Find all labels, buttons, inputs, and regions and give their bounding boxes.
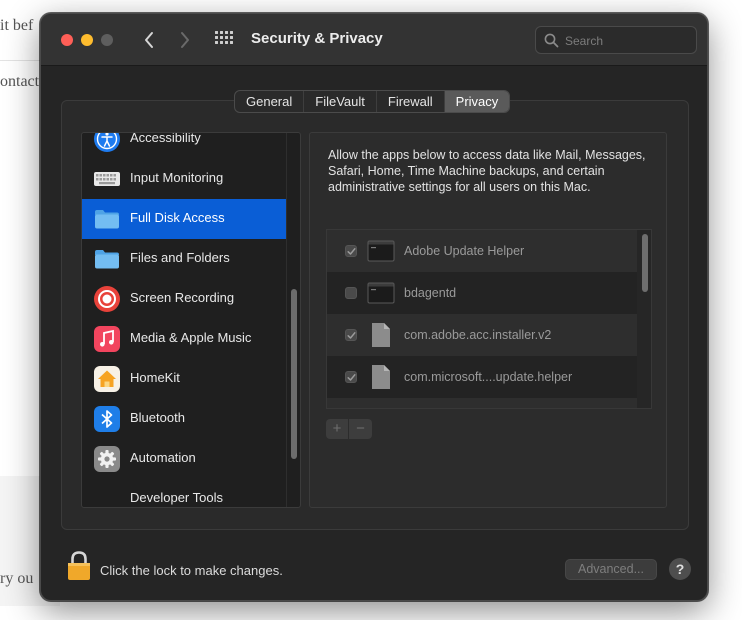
background-text: it bef — [0, 17, 34, 34]
search-input[interactable] — [565, 31, 690, 50]
sidebar-item-label: Automation — [130, 450, 196, 465]
app-checkbox[interactable] — [345, 287, 357, 299]
folder-icon — [95, 210, 119, 229]
security-privacy-window: Security & Privacy General FileVault Fir… — [40, 13, 708, 601]
toolbar: Security & Privacy — [41, 14, 707, 66]
grid-icon — [215, 31, 233, 44]
full-disk-access-pane: Allow the apps below to access data like… — [309, 132, 667, 508]
minimize-button[interactable] — [81, 34, 93, 46]
sidebar-item-media-apple-music[interactable]: Media & Apple Music — [82, 319, 286, 359]
music-icon — [94, 326, 120, 352]
remove-app-button[interactable]: − — [349, 419, 372, 439]
folder-icon — [95, 250, 119, 269]
search-field[interactable] — [535, 26, 697, 54]
search-icon — [544, 33, 559, 48]
sidebar-item-label: Full Disk Access — [130, 210, 225, 225]
bluetooth-icon — [94, 406, 120, 432]
terminal-icon — [367, 282, 395, 304]
chevron-left-icon — [145, 32, 153, 48]
sidebar-item-label: Developer Tools — [130, 490, 223, 505]
app-checkbox[interactable] — [345, 329, 357, 341]
sidebar-item-input-monitoring[interactable]: Input Monitoring — [82, 159, 286, 199]
list-item[interactable]: com.adobe.acc.installer.v2 — [327, 314, 637, 356]
background-text: ontact — [0, 73, 40, 90]
lock-icon[interactable] — [66, 550, 92, 582]
sidebar-item-screen-recording[interactable]: Screen Recording — [82, 279, 286, 319]
app-checkbox[interactable] — [345, 371, 357, 383]
sidebar-scroll-thumb[interactable] — [291, 289, 297, 459]
add-app-button[interactable]: + — [326, 419, 349, 439]
keyboard-icon — [94, 172, 120, 186]
background-text: ry ou — [0, 570, 34, 587]
gear-icon — [94, 446, 120, 472]
checkmark-icon — [346, 247, 356, 255]
list-item[interactable] — [327, 398, 637, 409]
app-name: com.microsoft....update.helper — [404, 370, 573, 384]
terminal-icon — [367, 240, 395, 262]
app-name: Adobe Update Helper — [404, 244, 525, 258]
sidebar-item-automation[interactable]: Automation — [82, 439, 286, 479]
sidebar-item-bluetooth[interactable]: Bluetooth — [82, 399, 286, 439]
tab-general[interactable]: General — [235, 91, 305, 112]
sidebar-item-developer-tools[interactable]: Developer Tools — [82, 479, 286, 507]
show-all-button[interactable] — [214, 30, 238, 50]
app-name: bdagentd — [404, 286, 457, 300]
chevron-right-icon — [181, 32, 189, 48]
checkmark-icon — [346, 373, 356, 381]
sidebar-item-label: Bluetooth — [130, 410, 185, 425]
list-item[interactable]: bdagentd — [327, 272, 637, 314]
close-button[interactable] — [61, 34, 73, 46]
help-button[interactable]: ? — [669, 558, 691, 580]
app-checkbox[interactable] — [345, 245, 357, 257]
tab-firewall[interactable]: Firewall — [377, 91, 445, 112]
document-icon — [372, 365, 390, 389]
screen-recording-icon — [94, 286, 120, 312]
sidebar-item-accessibility[interactable]: Accessibility — [82, 132, 286, 159]
app-list-scroll-thumb[interactable] — [642, 234, 648, 292]
list-item[interactable]: Adobe Update Helper — [327, 230, 637, 272]
sidebar-item-label: Accessibility — [130, 132, 201, 145]
tab-filevault[interactable]: FileVault — [304, 91, 377, 112]
sidebar-item-files-and-folders[interactable]: Files and Folders — [82, 239, 286, 279]
sidebar-scrollbar[interactable] — [286, 133, 300, 507]
forward-button[interactable] — [173, 28, 197, 52]
sidebar-item-label: Media & Apple Music — [130, 330, 252, 345]
tab-bar: General FileVault Firewall Privacy — [234, 90, 511, 113]
sidebar-item-homekit[interactable]: HomeKit — [82, 359, 286, 399]
tab-privacy[interactable]: Privacy — [444, 91, 510, 112]
checkmark-icon — [346, 331, 356, 339]
sidebar-item-label: HomeKit — [130, 370, 180, 385]
list-item[interactable]: com.microsoft....update.helper — [327, 356, 637, 398]
back-button[interactable] — [137, 28, 161, 52]
document-icon — [372, 323, 390, 347]
advanced-button[interactable]: Advanced... — [565, 559, 657, 580]
terminal-icon — [367, 405, 395, 409]
zoom-button[interactable] — [101, 34, 113, 46]
add-remove-control: + − — [326, 419, 372, 439]
app-name: com.adobe.acc.installer.v2 — [404, 328, 552, 342]
homekit-icon — [94, 366, 120, 392]
accessibility-icon — [94, 133, 120, 152]
lock-message: Click the lock to make changes. — [100, 563, 283, 578]
sidebar-item-label: Screen Recording — [130, 290, 235, 305]
app-list: Adobe Update Helper bdagentd com.adobe.a… — [326, 229, 652, 409]
sidebar-item-full-disk-access[interactable]: Full Disk Access — [82, 199, 286, 239]
sidebar-item-label: Files and Folders — [130, 250, 230, 265]
sidebar-item-label: Input Monitoring — [130, 170, 224, 185]
window-title: Security & Privacy — [251, 30, 383, 47]
privacy-category-list: Accessibility Input Monitoring Full Disk… — [81, 132, 301, 508]
description-text: Allow the apps below to access data like… — [328, 148, 646, 194]
app-list-scrollbar[interactable] — [639, 230, 651, 408]
